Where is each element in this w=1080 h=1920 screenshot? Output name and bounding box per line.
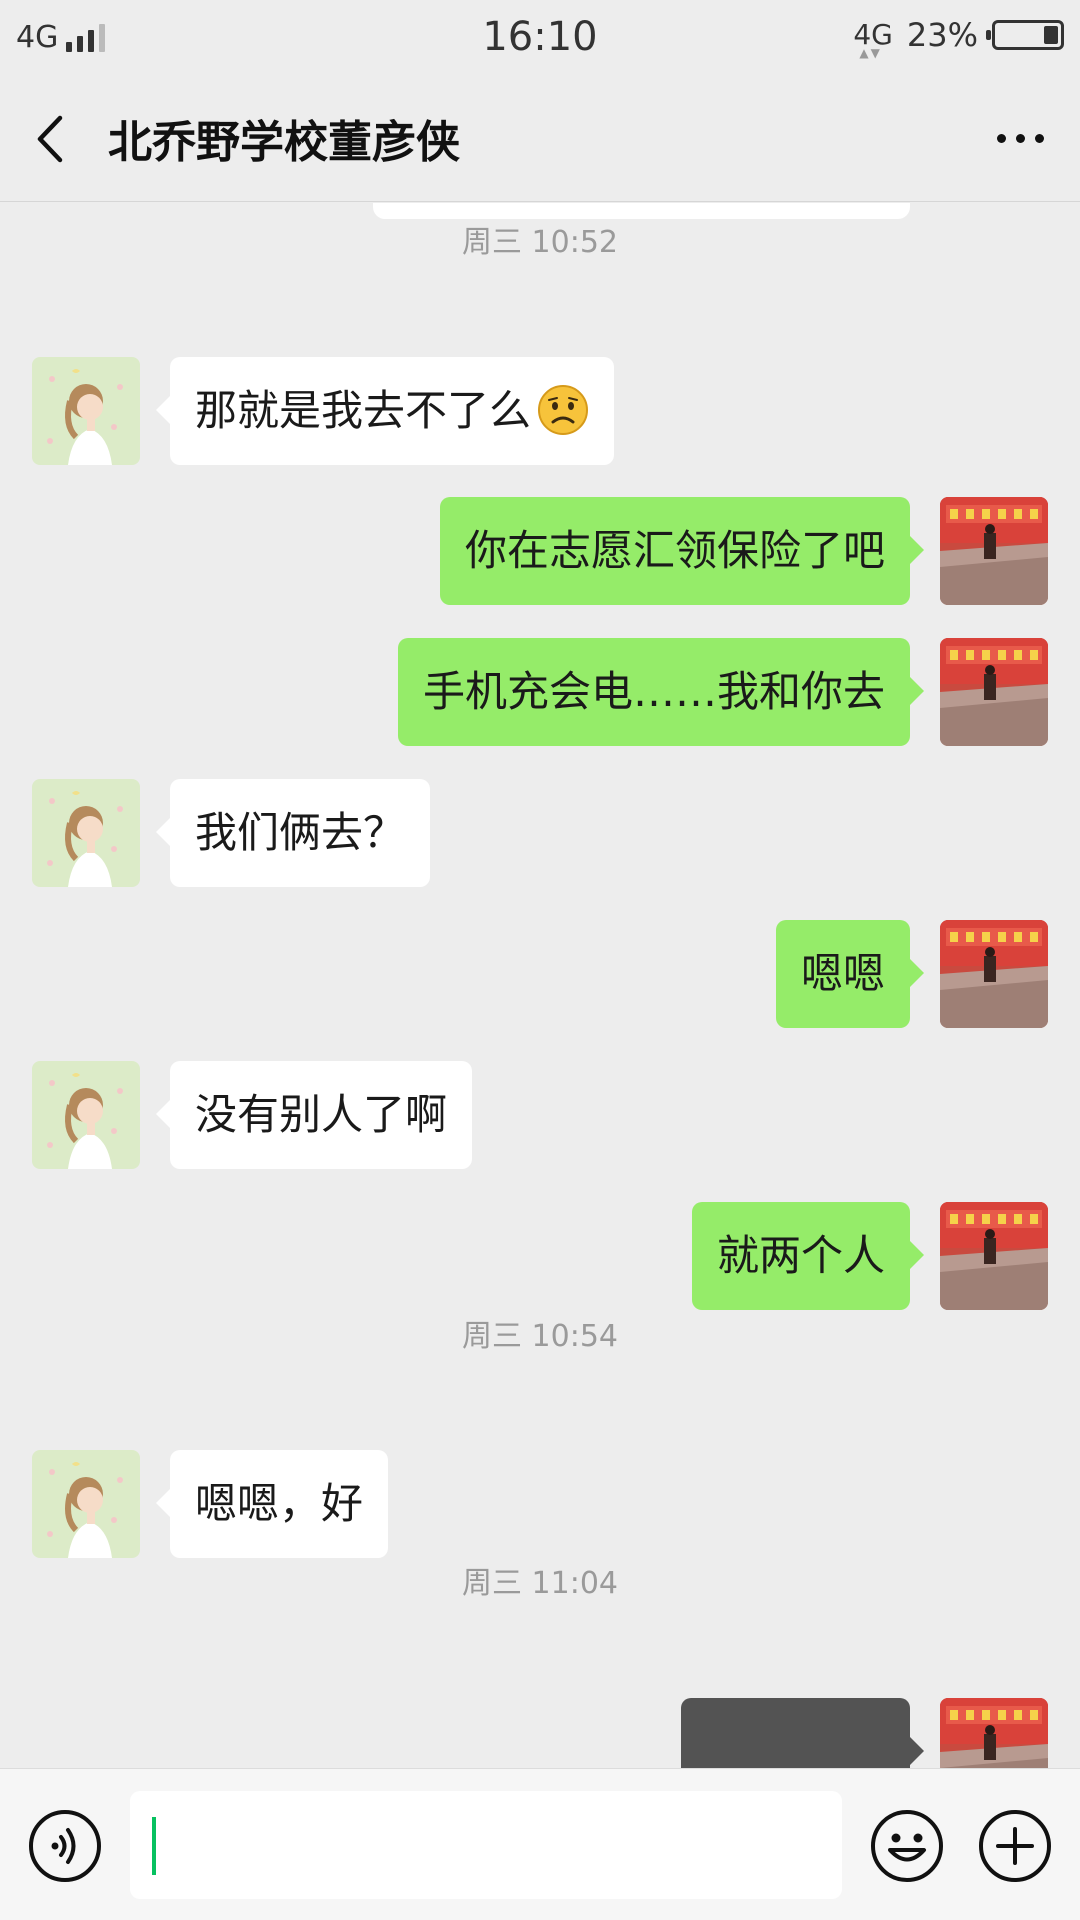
back-arrow-icon[interactable] bbox=[30, 112, 78, 166]
plus-icon[interactable] bbox=[978, 1809, 1052, 1883]
message-text: 就两个人 bbox=[716, 1231, 885, 1280]
message-text: 你在志愿汇领保险了吧 bbox=[464, 526, 885, 575]
message-text: 嗯嗯 bbox=[800, 949, 885, 998]
message-text: 手机充会电……我和你去 bbox=[422, 667, 885, 716]
network-type-right: 4G ▲▼ bbox=[853, 18, 893, 60]
battery-icon bbox=[986, 20, 1064, 50]
data-arrows-icon: ▲▼ bbox=[859, 46, 882, 60]
contact-avatar[interactable] bbox=[32, 779, 140, 887]
message-text: 那就是我去不了么 bbox=[195, 386, 532, 435]
contact-avatar[interactable] bbox=[32, 1061, 140, 1169]
message-input[interactable] bbox=[130, 1791, 842, 1899]
my-avatar[interactable] bbox=[940, 1202, 1048, 1310]
text-cursor bbox=[152, 1817, 156, 1875]
message-bubble-sent[interactable]: 就两个人 bbox=[691, 1202, 925, 1310]
voice-icon[interactable] bbox=[28, 1809, 102, 1883]
message-bubble-sent[interactable]: 手机充会电……我和你去 bbox=[397, 638, 925, 746]
message-text: 嗯嗯，好 bbox=[195, 1479, 364, 1528]
my-avatar[interactable] bbox=[940, 497, 1048, 605]
message-bubble-sent[interactable]: 你在志愿汇领保险了吧 bbox=[439, 497, 925, 605]
battery-percent: 23% bbox=[906, 16, 978, 54]
contact-avatar[interactable] bbox=[32, 1450, 140, 1558]
frowning-face-icon bbox=[538, 384, 589, 435]
input-bar bbox=[0, 1768, 1080, 1920]
timestamp: 周三 11:04 bbox=[462, 1566, 618, 1601]
chat-header: 北乔野学校董彦侠 bbox=[0, 76, 1080, 202]
timestamp: 周三 10:52 bbox=[462, 225, 618, 260]
emoji-icon[interactable] bbox=[870, 1809, 944, 1883]
my-avatar[interactable] bbox=[940, 1698, 1048, 1768]
message-list[interactable]: 周三 10:52 那就是我去不了么 你在志愿汇领保险了吧 手机充会电……我和你去… bbox=[0, 203, 1080, 1768]
message-bubble-received[interactable]: 那就是我去不了么 bbox=[155, 357, 615, 465]
my-avatar[interactable] bbox=[940, 638, 1048, 746]
message-bubble-received[interactable]: 我们俩去？ bbox=[155, 779, 431, 887]
contact-avatar[interactable] bbox=[32, 357, 140, 465]
status-bar: 4G 16:10 4G ▲▼ 23% bbox=[0, 0, 1080, 76]
chat-title: 北乔野学校董彦侠 bbox=[108, 117, 460, 168]
message-bubble-received[interactable]: 嗯嗯，好 bbox=[155, 1450, 389, 1558]
message-text: 我们俩去？ bbox=[195, 808, 406, 857]
battery-level-fill bbox=[1044, 26, 1058, 44]
timestamp: 周三 10:54 bbox=[462, 1319, 618, 1354]
status-right-group: 4G ▲▼ 23% bbox=[853, 16, 1064, 60]
my-avatar[interactable] bbox=[940, 920, 1048, 1028]
message-text: 没有别人了啊 bbox=[195, 1090, 448, 1139]
more-options-icon[interactable] bbox=[988, 110, 1052, 166]
message-bubble-received[interactable]: 没有别人了啊 bbox=[155, 1061, 473, 1169]
message-bubble-sent[interactable]: 嗯嗯 bbox=[775, 920, 925, 1028]
message-bubble-sent-media[interactable] bbox=[681, 1698, 924, 1768]
